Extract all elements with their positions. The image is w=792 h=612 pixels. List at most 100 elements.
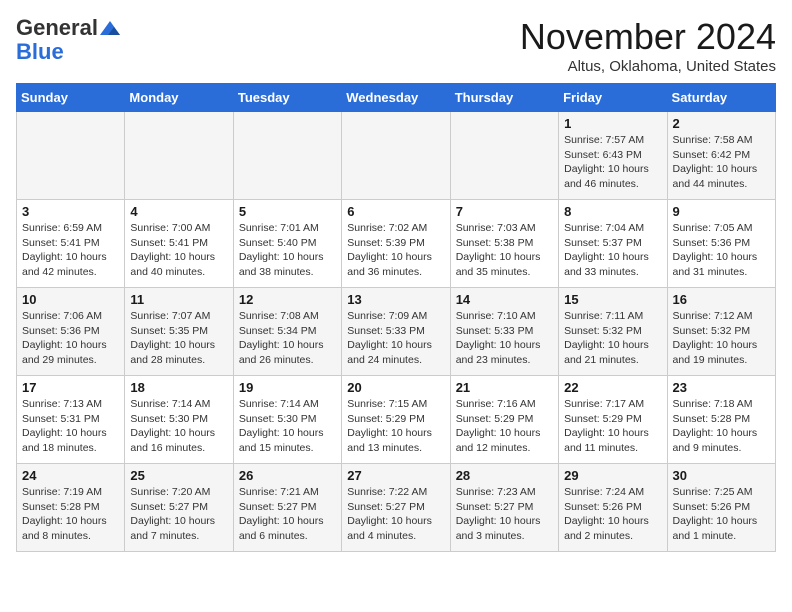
weekday-header-sunday: Sunday (17, 84, 125, 112)
day-number: 28 (456, 468, 553, 483)
calendar-day: 19 Sunrise: 7:14 AM Sunset: 5:30 PM Dayli… (233, 376, 341, 464)
day-number: 25 (130, 468, 227, 483)
calendar-day: 23 Sunrise: 7:18 AM Sunset: 5:28 PM Dayli… (667, 376, 775, 464)
day-info: Sunrise: 7:11 AM Sunset: 5:32 PM Dayligh… (564, 309, 661, 368)
day-number: 7 (456, 204, 553, 219)
header: GeneralBlue November 2024 Altus, Oklahom… (16, 16, 776, 75)
day-number: 8 (564, 204, 661, 219)
weekday-header-saturday: Saturday (667, 84, 775, 112)
calendar-day: 9 Sunrise: 7:05 AM Sunset: 5:36 PM Daylig… (667, 200, 775, 288)
weekday-header-friday: Friday (559, 84, 667, 112)
day-number: 20 (347, 380, 444, 395)
calendar-day: 1 Sunrise: 7:57 AM Sunset: 6:43 PM Daylig… (559, 112, 667, 200)
location: Altus, Oklahoma, United States (520, 58, 776, 75)
logo: GeneralBlue (16, 16, 120, 64)
calendar-day: 25 Sunrise: 7:20 AM Sunset: 5:27 PM Dayli… (125, 464, 233, 552)
weekday-header-tuesday: Tuesday (233, 84, 341, 112)
calendar-day: 3Sunrise: 6:59 AM Sunset: 5:41 PM Daylig… (17, 200, 125, 288)
calendar-day: 10 Sunrise: 7:06 AM Sunset: 5:36 PM Dayli… (17, 288, 125, 376)
day-info: Sunrise: 7:58 AM Sunset: 6:42 PM Dayligh… (673, 133, 770, 192)
calendar-day: 14 Sunrise: 7:10 AM Sunset: 5:33 PM Dayli… (450, 288, 558, 376)
calendar-day (342, 112, 450, 200)
logo-icon (100, 21, 120, 35)
day-info: Sunrise: 7:10 AM Sunset: 5:33 PM Dayligh… (456, 309, 553, 368)
calendar-day: 20 Sunrise: 7:15 AM Sunset: 5:29 PM Dayli… (342, 376, 450, 464)
day-info: Sunrise: 7:14 AM Sunset: 5:30 PM Dayligh… (130, 397, 227, 456)
day-info: Sunrise: 7:16 AM Sunset: 5:29 PM Dayligh… (456, 397, 553, 456)
day-info: Sunrise: 7:20 AM Sunset: 5:27 PM Dayligh… (130, 485, 227, 544)
day-info: Sunrise: 7:14 AM Sunset: 5:30 PM Dayligh… (239, 397, 336, 456)
calendar-day: 12Sunrise: 7:08 AM Sunset: 5:34 PM Dayli… (233, 288, 341, 376)
day-number: 14 (456, 292, 553, 307)
day-number: 10 (22, 292, 119, 307)
day-number: 27 (347, 468, 444, 483)
day-info: Sunrise: 7:18 AM Sunset: 5:28 PM Dayligh… (673, 397, 770, 456)
day-info: Sunrise: 7:25 AM Sunset: 5:26 PM Dayligh… (673, 485, 770, 544)
weekday-header-wednesday: Wednesday (342, 84, 450, 112)
calendar-day: 2 Sunrise: 7:58 AM Sunset: 6:42 PM Daylig… (667, 112, 775, 200)
day-info: Sunrise: 7:13 AM Sunset: 5:31 PM Dayligh… (22, 397, 119, 456)
day-number: 5 (239, 204, 336, 219)
day-info: Sunrise: 7:23 AM Sunset: 5:27 PM Dayligh… (456, 485, 553, 544)
calendar-day: 15 Sunrise: 7:11 AM Sunset: 5:32 PM Dayli… (559, 288, 667, 376)
calendar-day: 17 Sunrise: 7:13 AM Sunset: 5:31 PM Dayli… (17, 376, 125, 464)
calendar-day: 27Sunrise: 7:22 AM Sunset: 5:27 PM Dayli… (342, 464, 450, 552)
day-number: 15 (564, 292, 661, 307)
day-info: Sunrise: 7:17 AM Sunset: 5:29 PM Dayligh… (564, 397, 661, 456)
day-number: 29 (564, 468, 661, 483)
day-info: Sunrise: 7:09 AM Sunset: 5:33 PM Dayligh… (347, 309, 444, 368)
calendar-week-5: 24Sunrise: 7:19 AM Sunset: 5:28 PM Dayli… (17, 464, 776, 552)
calendar-week-1: 1 Sunrise: 7:57 AM Sunset: 6:43 PM Daylig… (17, 112, 776, 200)
day-info: Sunrise: 7:08 AM Sunset: 5:34 PM Dayligh… (239, 309, 336, 368)
day-number: 3 (22, 204, 119, 219)
calendar-day (450, 112, 558, 200)
day-number: 4 (130, 204, 227, 219)
day-number: 9 (673, 204, 770, 219)
calendar-day: 11 Sunrise: 7:07 AM Sunset: 5:35 PM Dayli… (125, 288, 233, 376)
day-number: 23 (673, 380, 770, 395)
calendar-day (17, 112, 125, 200)
day-info: Sunrise: 7:05 AM Sunset: 5:36 PM Dayligh… (673, 221, 770, 280)
calendar-day: 26Sunrise: 7:21 AM Sunset: 5:27 PM Dayli… (233, 464, 341, 552)
day-number: 19 (239, 380, 336, 395)
calendar-day: 7 Sunrise: 7:03 AM Sunset: 5:38 PM Daylig… (450, 200, 558, 288)
day-number: 13 (347, 292, 444, 307)
day-info: Sunrise: 7:00 AM Sunset: 5:41 PM Dayligh… (130, 221, 227, 280)
month-title: November 2024 (520, 16, 776, 58)
day-number: 22 (564, 380, 661, 395)
day-number: 18 (130, 380, 227, 395)
calendar-week-3: 10 Sunrise: 7:06 AM Sunset: 5:36 PM Dayli… (17, 288, 776, 376)
day-number: 2 (673, 116, 770, 131)
day-number: 16 (673, 292, 770, 307)
weekday-header-row: SundayMondayTuesdayWednesdayThursdayFrid… (17, 84, 776, 112)
day-info: Sunrise: 7:03 AM Sunset: 5:38 PM Dayligh… (456, 221, 553, 280)
day-info: Sunrise: 7:19 AM Sunset: 5:28 PM Dayligh… (22, 485, 119, 544)
calendar-day: 21 Sunrise: 7:16 AM Sunset: 5:29 PM Dayli… (450, 376, 558, 464)
day-number: 30 (673, 468, 770, 483)
day-info: Sunrise: 7:12 AM Sunset: 5:32 PM Dayligh… (673, 309, 770, 368)
calendar-week-4: 17 Sunrise: 7:13 AM Sunset: 5:31 PM Dayli… (17, 376, 776, 464)
day-info: Sunrise: 7:24 AM Sunset: 5:26 PM Dayligh… (564, 485, 661, 544)
calendar-day: 18 Sunrise: 7:14 AM Sunset: 5:30 PM Dayli… (125, 376, 233, 464)
calendar-day: 30 Sunrise: 7:25 AM Sunset: 5:26 PM Dayli… (667, 464, 775, 552)
calendar-day: 13 Sunrise: 7:09 AM Sunset: 5:33 PM Dayli… (342, 288, 450, 376)
day-number: 1 (564, 116, 661, 131)
day-info: Sunrise: 7:02 AM Sunset: 5:39 PM Dayligh… (347, 221, 444, 280)
day-number: 11 (130, 292, 227, 307)
day-info: Sunrise: 7:57 AM Sunset: 6:43 PM Dayligh… (564, 133, 661, 192)
calendar-day: 29 Sunrise: 7:24 AM Sunset: 5:26 PM Dayli… (559, 464, 667, 552)
calendar-day: 8Sunrise: 7:04 AM Sunset: 5:37 PM Daylig… (559, 200, 667, 288)
day-number: 6 (347, 204, 444, 219)
day-info: Sunrise: 7:07 AM Sunset: 5:35 PM Dayligh… (130, 309, 227, 368)
day-number: 17 (22, 380, 119, 395)
day-number: 21 (456, 380, 553, 395)
day-info: Sunrise: 7:15 AM Sunset: 5:29 PM Dayligh… (347, 397, 444, 456)
day-info: Sunrise: 7:06 AM Sunset: 5:36 PM Dayligh… (22, 309, 119, 368)
calendar-day: 16 Sunrise: 7:12 AM Sunset: 5:32 PM Dayli… (667, 288, 775, 376)
calendar-day (233, 112, 341, 200)
calendar-table: SundayMondayTuesdayWednesdayThursdayFrid… (16, 83, 776, 552)
calendar-day (125, 112, 233, 200)
day-info: Sunrise: 7:01 AM Sunset: 5:40 PM Dayligh… (239, 221, 336, 280)
day-number: 26 (239, 468, 336, 483)
calendar-day: 4 Sunrise: 7:00 AM Sunset: 5:41 PM Daylig… (125, 200, 233, 288)
